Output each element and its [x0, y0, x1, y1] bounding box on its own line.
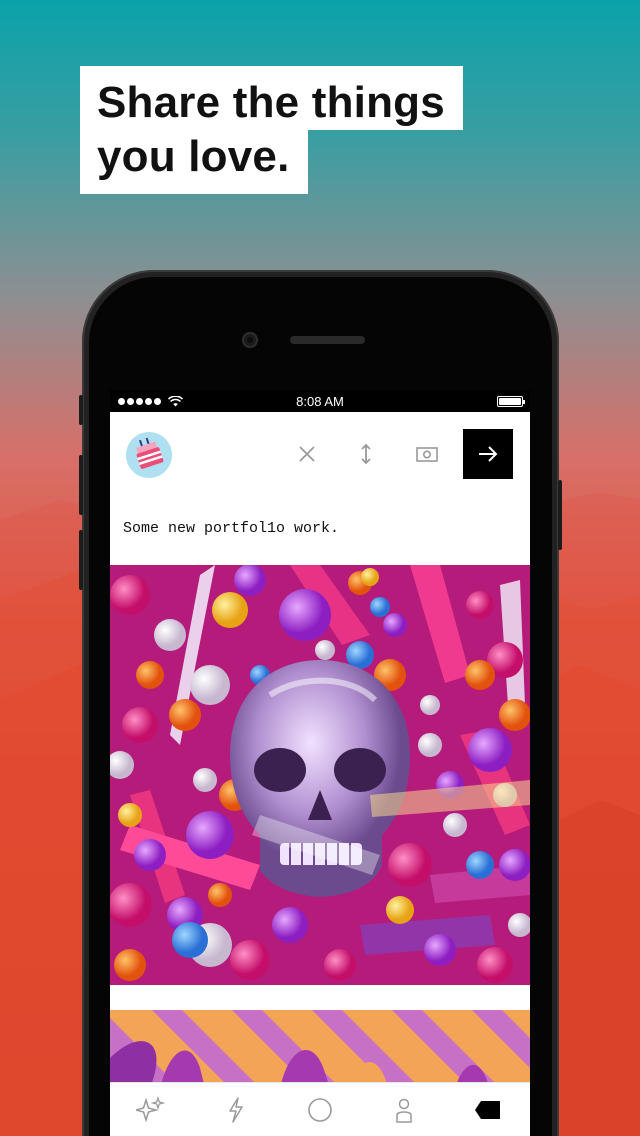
- power-button: [558, 480, 562, 550]
- volume-down-button: [79, 530, 83, 590]
- front-camera: [242, 332, 258, 348]
- arrow-right-icon: [479, 446, 498, 462]
- compose-pencil-icon[interactable]: [473, 1095, 503, 1125]
- account-person-icon[interactable]: [389, 1095, 419, 1125]
- home-circle-icon[interactable]: [305, 1095, 335, 1125]
- tab-bar: [110, 1082, 530, 1136]
- caption-area[interactable]: Some new portfol1o work.: [110, 502, 530, 564]
- activity-lightning-icon[interactable]: [221, 1095, 251, 1125]
- status-time: 8:08 AM: [296, 393, 344, 409]
- volume-up-button: [79, 455, 83, 515]
- caption-text: Some new portfol1o work.: [123, 520, 340, 537]
- headline-line-2: you love.: [80, 130, 308, 194]
- battery-icon: [497, 396, 525, 407]
- camera-icon[interactable]: [415, 442, 439, 466]
- cake-avatar-icon[interactable]: [126, 432, 172, 478]
- headline-line-1: Share the things: [80, 66, 463, 130]
- post-image-skull[interactable]: [110, 565, 530, 985]
- mute-switch: [79, 395, 83, 425]
- reorder-icon[interactable]: [354, 442, 378, 466]
- phone-screen: 8:08 AM Some new portfol1o work.: [110, 390, 530, 1136]
- marketing-headline: Share the things you love.: [80, 66, 463, 194]
- earpiece-speaker: [290, 336, 365, 344]
- post-button[interactable]: [463, 429, 513, 479]
- explore-sparkle-icon[interactable]: [136, 1095, 166, 1125]
- close-icon[interactable]: [295, 442, 319, 466]
- post-image-stripes[interactable]: [110, 998, 530, 1088]
- status-bar: 8:08 AM: [110, 390, 530, 412]
- composer-toolbar: [110, 412, 530, 502]
